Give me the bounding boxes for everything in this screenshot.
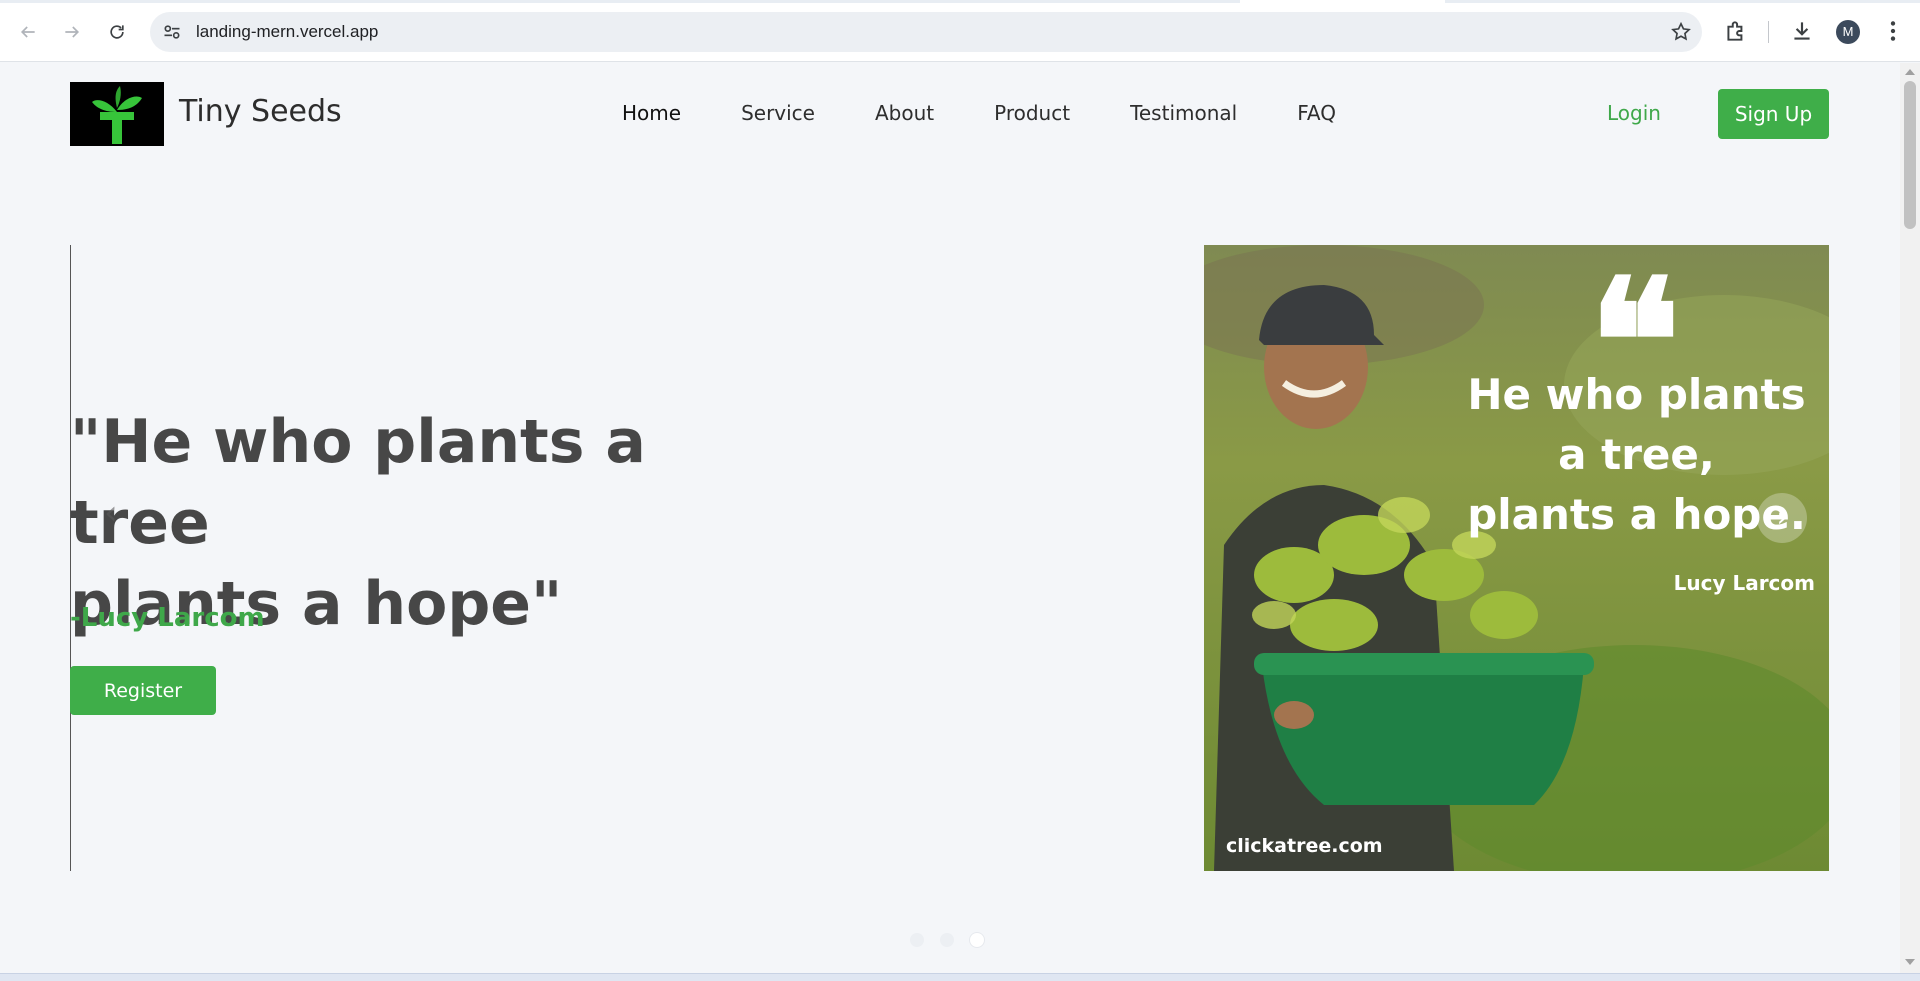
nav-product[interactable]: Product [994, 101, 1070, 125]
slide-quote-line-1: He who plants [1467, 370, 1806, 419]
nav-faq[interactable]: FAQ [1297, 101, 1336, 125]
bookmark-star-icon[interactable] [1670, 21, 1692, 43]
hero-author: -Lucy Larcom [70, 603, 265, 633]
menu-icon[interactable] [1880, 18, 1906, 44]
back-icon[interactable] [12, 16, 44, 48]
main-nav: Home Service About Product Testimonal FA… [622, 101, 1396, 125]
nav-service[interactable]: Service [741, 101, 815, 125]
carousel-dot-active[interactable] [970, 933, 984, 947]
seedling-logo-icon [92, 86, 142, 144]
scroll-thumb[interactable] [1904, 81, 1916, 229]
toolbar-divider [1768, 21, 1769, 43]
horizontal-scrollbar[interactable] [0, 973, 1920, 981]
nav-testimonial[interactable]: Testimonal [1130, 101, 1237, 125]
extensions-icon[interactable] [1723, 18, 1749, 44]
profile-avatar[interactable]: M [1836, 20, 1860, 44]
hero-quote-line-1: "He who plants a tree [70, 407, 646, 558]
site-info-icon[interactable] [162, 22, 182, 42]
url-text[interactable]: landing-mern.vercel.app [196, 22, 378, 42]
slide-image: ❝ He who plants a tree, plants a hope. L… [1204, 245, 1829, 871]
vertical-scrollbar[interactable] [1900, 63, 1920, 973]
carousel-prev-icon[interactable]: ‹ [104, 493, 118, 533]
tab-strip [0, 0, 1920, 3]
scroll-down-icon[interactable] [1905, 959, 1915, 965]
reload-icon[interactable] [101, 16, 133, 48]
address-bar[interactable]: landing-mern.vercel.app [150, 12, 1702, 52]
forward-icon[interactable] [56, 16, 88, 48]
carousel-dot[interactable] [940, 933, 954, 947]
scroll-up-icon[interactable] [1905, 69, 1915, 75]
browser-toolbar: landing-mern.vercel.app M [0, 0, 1920, 62]
login-link[interactable]: Login [1607, 101, 1661, 125]
carousel-indicators [910, 933, 1000, 947]
planting-photo [1204, 245, 1829, 871]
logo[interactable] [70, 82, 164, 146]
nav-about[interactable]: About [875, 101, 934, 125]
page-viewport: Tiny Seeds Home Service About Product Te… [0, 63, 1900, 973]
nav-home[interactable]: Home [622, 101, 681, 125]
slide-site: clickatree.com [1226, 835, 1383, 857]
slide-quote-line-2: a tree, [1558, 430, 1715, 479]
carousel-dot[interactable] [910, 933, 924, 947]
download-icon[interactable] [1789, 18, 1815, 44]
register-button[interactable]: Register [70, 666, 216, 715]
brand-name[interactable]: Tiny Seeds [179, 94, 342, 129]
slide-author: Lucy Larcom [1673, 571, 1815, 595]
signup-button[interactable]: Sign Up [1718, 89, 1829, 139]
carousel-next-icon[interactable]: › [1757, 493, 1807, 543]
